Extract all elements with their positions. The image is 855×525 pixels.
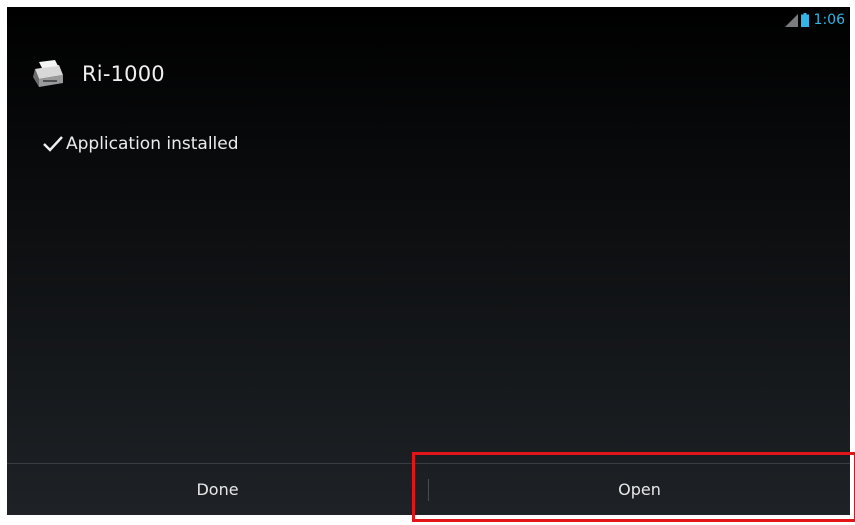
status-bar: 1:06 <box>7 7 850 35</box>
printer-icon <box>29 59 67 89</box>
status-time: 1:06 <box>813 12 845 28</box>
check-icon <box>42 134 64 154</box>
install-status-text: Application installed <box>66 134 239 154</box>
open-button[interactable]: Open <box>429 464 850 515</box>
app-header: Ri-1000 <box>29 59 165 89</box>
signal-icon <box>784 13 798 27</box>
install-screen: 1:06 Ri-1000 Application installed Done … <box>7 7 850 515</box>
battery-icon <box>800 13 809 27</box>
status-indicators: 1:06 <box>784 12 845 28</box>
done-button[interactable]: Done <box>7 464 428 515</box>
button-bar: Done Open <box>7 463 850 515</box>
app-title: Ri-1000 <box>82 62 165 86</box>
install-status: Application installed <box>42 134 239 154</box>
